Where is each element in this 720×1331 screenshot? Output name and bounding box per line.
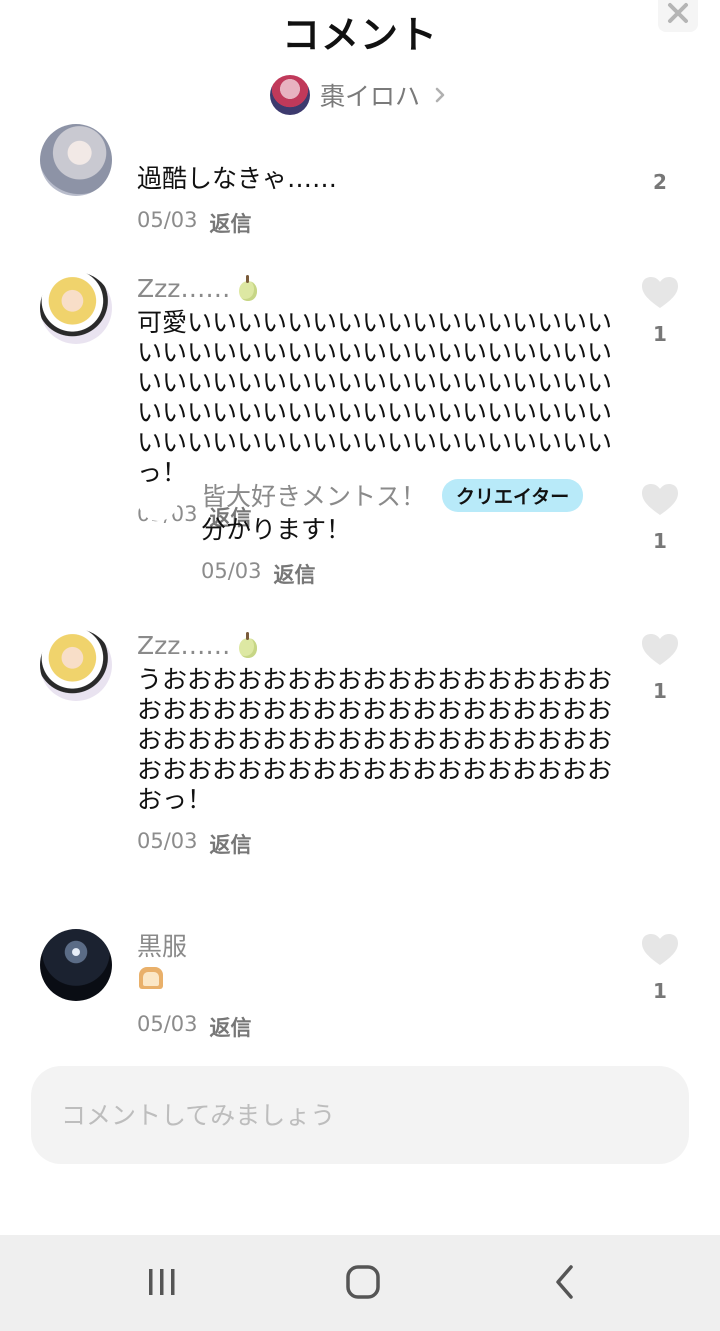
creator-link[interactable]: 棗イロハ xyxy=(0,75,720,115)
comment-date: 05/03 xyxy=(201,559,262,583)
reply-button[interactable]: 返信 xyxy=(210,829,252,859)
avatar[interactable] xyxy=(40,124,112,196)
comment-text xyxy=(137,965,627,998)
heart-icon xyxy=(642,934,678,965)
like-count: 2 xyxy=(653,170,667,194)
comment-text: 可愛いいいいいいいいいいいいいいいいいいいいいいいいいいいいいいいいいいいいいい… xyxy=(137,308,613,487)
avatar[interactable] xyxy=(138,481,178,521)
like-button[interactable]: 1 xyxy=(640,276,680,346)
reply-button[interactable]: 返信 xyxy=(210,208,252,238)
like-button[interactable]: 1 xyxy=(640,633,680,703)
comment-text: 分かります！ xyxy=(201,515,352,544)
comment-date: 05/03 xyxy=(137,208,198,232)
like-button[interactable]: 1 xyxy=(640,483,680,553)
comment-text: 過酷しなきゃ…… xyxy=(137,164,338,193)
close-icon xyxy=(668,3,688,23)
comments-header: コメント 棗イロハ xyxy=(0,0,720,150)
system-nav-bar xyxy=(0,1235,720,1331)
recents-icon[interactable] xyxy=(142,1263,182,1303)
heart-icon xyxy=(642,634,678,665)
comment-input[interactable] xyxy=(61,1096,651,1134)
comment-date: 05/03 xyxy=(137,829,198,853)
reply-button[interactable]: 返信 xyxy=(274,559,316,589)
chevron-right-icon xyxy=(435,87,445,103)
like-button[interactable]: 2 xyxy=(640,140,680,194)
like-count: 1 xyxy=(653,529,667,553)
comment-username: 皆大好きメントス！ xyxy=(201,482,427,511)
comment-username: Zzz…… xyxy=(137,630,231,660)
bread-emoji xyxy=(137,965,165,991)
avatar[interactable] xyxy=(40,629,112,701)
reply-button[interactable]: 返信 xyxy=(210,1012,252,1042)
like-count: 1 xyxy=(653,322,667,346)
back-icon[interactable] xyxy=(545,1263,585,1303)
page-title: コメント xyxy=(281,13,438,57)
like-count: 1 xyxy=(653,979,667,1003)
comment-username: 黒服 xyxy=(137,932,188,961)
comment-username: Zzz…… xyxy=(137,273,231,303)
pear-emoji xyxy=(238,275,258,301)
comment-date: 05/03 xyxy=(137,1012,198,1036)
avatar[interactable] xyxy=(40,272,112,344)
heart-icon xyxy=(642,277,678,308)
creator-avatar xyxy=(269,75,310,115)
avatar[interactable] xyxy=(40,929,112,1001)
creator-badge: クリエイター xyxy=(442,478,584,512)
creator-name: 棗イロハ xyxy=(319,82,420,111)
like-button[interactable]: 1 xyxy=(640,933,680,1003)
heart-icon xyxy=(642,484,678,515)
comment-input-container[interactable] xyxy=(31,1066,689,1164)
close-button[interactable] xyxy=(658,0,698,32)
comment-text: うおおおおおおおおおおおおおおおおおおおおおおおおおおおおおおおおおおおおおおお… xyxy=(137,665,613,814)
like-count: 1 xyxy=(653,679,667,703)
pear-emoji xyxy=(238,632,258,658)
home-icon[interactable] xyxy=(343,1263,383,1303)
